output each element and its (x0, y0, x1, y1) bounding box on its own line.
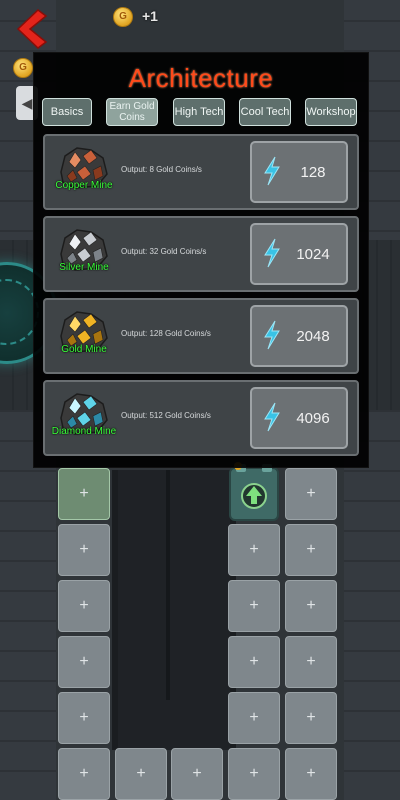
building-name: Gold Mine (61, 344, 107, 355)
building-card-silver: Silver Mine Output: 32 Gold Coins/s 1024 (43, 216, 359, 292)
building-name: Silver Mine (59, 262, 109, 273)
empty-build-slot[interactable]: + (228, 636, 280, 688)
price-value: 1024 (296, 246, 330, 263)
energy-bolt-icon (264, 320, 280, 350)
empty-build-slot[interactable]: + (228, 524, 280, 576)
tab-high-tech[interactable]: High Tech (173, 98, 225, 126)
empty-build-slot[interactable]: + (285, 692, 337, 744)
empty-build-slot[interactable]: + (171, 748, 223, 800)
empty-build-slot[interactable]: + (285, 524, 337, 576)
buy-silver-mine-button[interactable]: 1024 (250, 223, 348, 285)
empty-build-slot[interactable]: + (285, 580, 337, 632)
price-value: 2048 (296, 328, 330, 345)
architecture-modal: Architecture Basics Earn Gold Coins High… (33, 52, 369, 468)
building-output: Output: 32 Gold Coins/s (121, 247, 207, 256)
empty-build-slot[interactable]: + (285, 636, 337, 688)
back-arrow-icon[interactable] (14, 8, 48, 50)
empty-build-slot[interactable]: + (58, 636, 110, 688)
tab-workshop[interactable]: Workshop (305, 98, 357, 126)
price-value: 4096 (296, 410, 330, 427)
building-card-gold: Gold Mine Output: 128 Gold Coins/s 2048 (43, 298, 359, 374)
road (112, 470, 236, 750)
building-output: Output: 128 Gold Coins/s (121, 329, 211, 338)
category-tabs: Basics Earn Gold Coins High Tech Cool Te… (42, 98, 362, 128)
upgrade-building[interactable] (228, 462, 280, 522)
energy-bolt-icon (264, 238, 280, 268)
tab-earn-gold-coins[interactable]: Earn Gold Coins (106, 98, 158, 126)
building-output: Output: 512 Gold Coins/s (121, 411, 211, 420)
building-card-copper: Copper Mine Output: 8 Gold Coins/s 128 (43, 134, 359, 210)
empty-build-slot[interactable]: + (58, 748, 110, 800)
side-coin-icon: G (13, 58, 33, 78)
energy-bolt-icon (264, 156, 280, 186)
price-value: 128 (300, 164, 326, 181)
building-output: Output: 8 Gold Coins/s (121, 165, 202, 174)
empty-build-slot[interactable]: + (58, 524, 110, 576)
buy-diamond-mine-button[interactable]: 4096 (250, 387, 348, 449)
empty-build-slot[interactable]: + (285, 748, 337, 800)
modal-title: Architecture (128, 63, 274, 93)
coin-icon: G (113, 7, 133, 27)
building-name: Diamond Mine (51, 426, 117, 437)
energy-bolt-icon (264, 402, 280, 432)
buy-gold-mine-button[interactable]: 2048 (250, 305, 348, 367)
game-screen: G +1 G ◀ + + + + + + + + + + + + + + + + + + + Architectur… (0, 0, 400, 800)
coin-increment: +1 (142, 8, 158, 24)
empty-build-slot[interactable]: + (228, 580, 280, 632)
tab-cool-tech[interactable]: Cool Tech (239, 98, 291, 126)
empty-build-slot[interactable]: + (285, 468, 337, 520)
empty-build-slot[interactable]: + (228, 748, 280, 800)
empty-build-slot[interactable]: + (58, 580, 110, 632)
empty-build-slot[interactable]: + (58, 468, 110, 520)
road-line (166, 470, 170, 700)
building-name: Copper Mine (55, 180, 113, 191)
buy-copper-mine-button[interactable]: 128 (250, 141, 348, 203)
building-card-diamond: Diamond Mine Output: 512 Gold Coins/s 40… (43, 380, 359, 456)
empty-build-slot[interactable]: + (228, 692, 280, 744)
empty-build-slot[interactable]: + (115, 748, 167, 800)
tab-basics[interactable]: Basics (42, 98, 92, 126)
empty-build-slot[interactable]: + (58, 692, 110, 744)
